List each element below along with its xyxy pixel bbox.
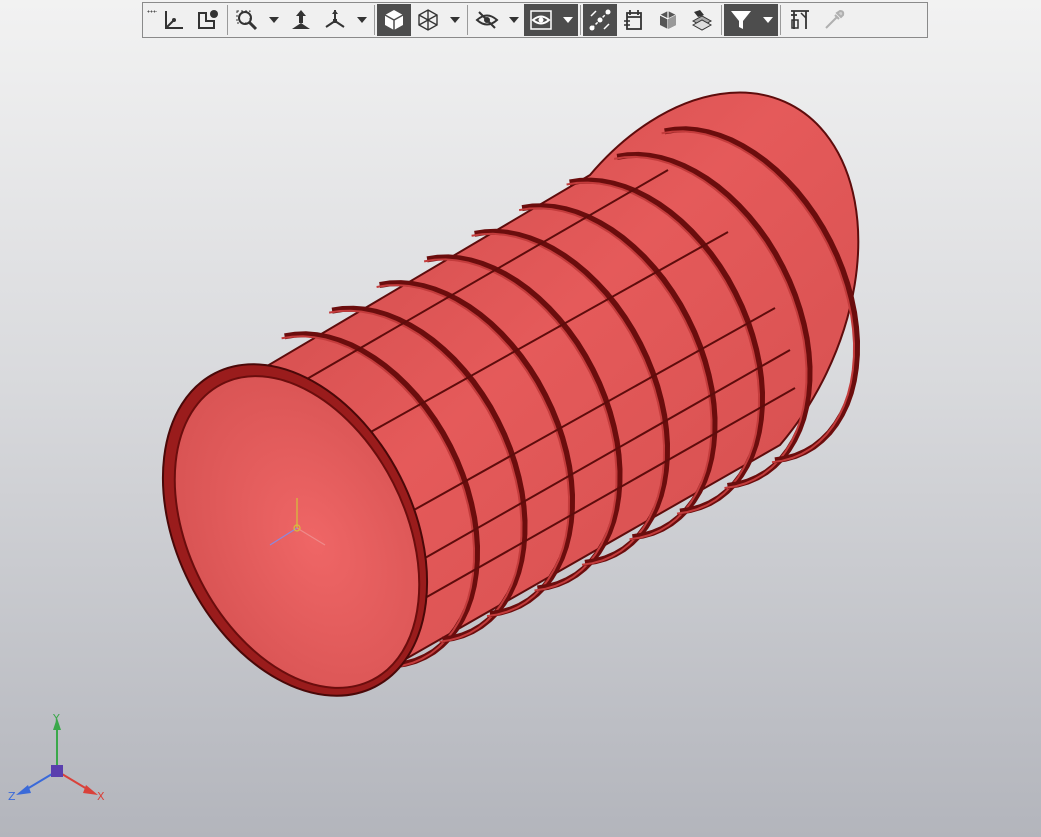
- shaded-view-icon[interactable]: [377, 4, 411, 36]
- wireframe-view-icon[interactable]: [411, 4, 445, 36]
- orientation-dropdown[interactable]: [352, 4, 372, 36]
- display-mode-dropdown[interactable]: [445, 4, 465, 36]
- x-arrow-icon: [83, 785, 98, 795]
- pipette-icon: [817, 4, 851, 36]
- orientation-icon[interactable]: [318, 4, 352, 36]
- filter-icon[interactable]: [724, 4, 758, 36]
- axis-triad: Y X Z: [0, 700, 130, 824]
- hide-icon[interactable]: [470, 4, 504, 36]
- separator: [227, 5, 228, 35]
- separator: [580, 5, 581, 35]
- x-axis-label: X: [97, 790, 105, 803]
- view-toolbar: [142, 2, 928, 38]
- separator: [374, 5, 375, 35]
- zoom-dropdown[interactable]: [264, 4, 284, 36]
- zoom-window-icon[interactable]: [230, 4, 264, 36]
- normal-to-icon[interactable]: [284, 4, 318, 36]
- filter-dropdown[interactable]: [758, 4, 778, 36]
- z-arrow-icon: [16, 785, 31, 795]
- cylinder-model[interactable]: [0, 0, 1041, 837]
- 3d-viewport[interactable]: Y X Z: [0, 0, 1041, 837]
- origin-cube-icon: [51, 765, 63, 777]
- show-hidden-dropdown[interactable]: [558, 4, 578, 36]
- separator: [780, 5, 781, 35]
- show-hidden-icon[interactable]: [524, 4, 558, 36]
- sketch-points-icon[interactable]: [583, 4, 617, 36]
- local-cs-icon[interactable]: [191, 4, 225, 36]
- hide-dropdown[interactable]: [504, 4, 524, 36]
- measure-icon[interactable]: [783, 4, 817, 36]
- explode-icon[interactable]: [651, 4, 685, 36]
- layers-icon[interactable]: [685, 4, 719, 36]
- toolbar-grip[interactable]: [145, 5, 157, 35]
- z-axis-label: Z: [8, 790, 16, 803]
- separator: [721, 5, 722, 35]
- separator: [467, 5, 468, 35]
- y-axis-label: Y: [53, 712, 60, 725]
- coordinate-system-icon[interactable]: [157, 4, 191, 36]
- section-icon[interactable]: [617, 4, 651, 36]
